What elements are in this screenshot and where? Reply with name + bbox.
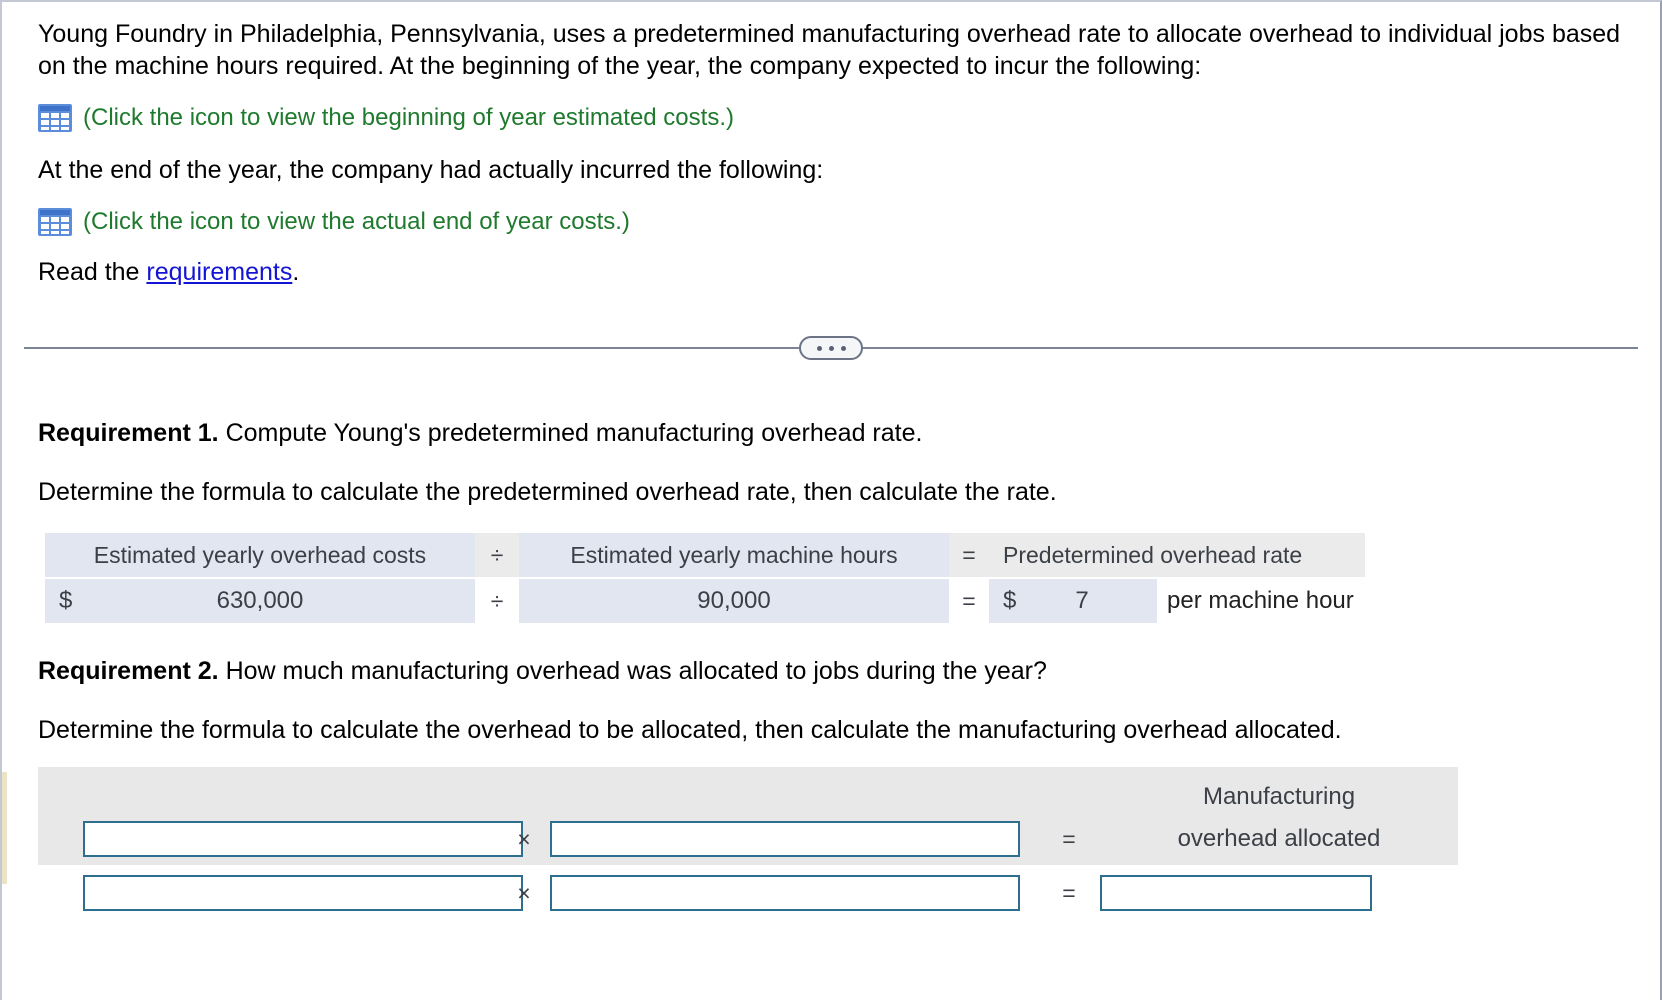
value-divide-operator: ÷ bbox=[490, 587, 504, 614]
overhead-allocated-table: Manufacturing × = overhead allocated × = bbox=[38, 767, 1458, 919]
spacer-left bbox=[38, 767, 498, 813]
estimated-costs-link-text[interactable]: (Click the icon to view the beginning of… bbox=[83, 106, 734, 130]
read-prefix-text: Read the bbox=[38, 258, 147, 286]
problem-mid-text: At the end of the year, the company had … bbox=[38, 156, 824, 184]
spacer-x bbox=[498, 767, 550, 813]
value-machine-hours: 90,000 bbox=[697, 587, 771, 614]
overhead-allocated-answer-input[interactable] bbox=[1100, 875, 1372, 911]
label-overhead-allocated: overhead allocated bbox=[1177, 825, 1381, 852]
formula-input-row: × = overhead allocated bbox=[38, 813, 1458, 865]
currency-symbol: $ bbox=[1003, 587, 1017, 614]
requirement-2-instruction: Determine the formula to calculate the o… bbox=[38, 716, 1342, 744]
formula-left-cell bbox=[38, 821, 523, 857]
table-label-row: Manufacturing bbox=[38, 767, 1458, 813]
multiply-operator: × bbox=[517, 879, 531, 906]
table-header-row: Estimated yearly overhead costs ÷ Estima… bbox=[45, 533, 1365, 577]
header-estimated-overhead-costs: Estimated yearly overhead costs bbox=[45, 533, 475, 577]
header-equals-operator: = bbox=[962, 541, 976, 568]
problem-content: Young Foundry in Philadelphia, Pennsylva… bbox=[0, 0, 1662, 919]
answer-cell bbox=[1100, 875, 1458, 911]
formula-right-cell bbox=[550, 821, 1038, 857]
table-icon[interactable] bbox=[38, 208, 72, 236]
value-right-cell bbox=[550, 875, 1038, 911]
value-overhead-costs-cell: $ 630,000 bbox=[45, 579, 475, 623]
problem-intro-text: Young Foundry in Philadelphia, Pennsylva… bbox=[38, 20, 1621, 80]
value-rate-unit: per machine hour bbox=[1167, 587, 1354, 614]
divider-expand-button[interactable] bbox=[799, 336, 863, 360]
header-predetermined-overhead-rate: Predetermined overhead rate bbox=[989, 533, 1365, 577]
read-suffix-text: . bbox=[292, 258, 300, 286]
dot-icon bbox=[828, 345, 834, 351]
formula-left-input[interactable] bbox=[83, 821, 523, 857]
requirement-2-label: Requirement 2. bbox=[38, 657, 219, 685]
value-left-cell bbox=[38, 875, 523, 911]
header-estimated-machine-hours: Estimated yearly machine hours bbox=[519, 533, 949, 577]
value-right-input[interactable] bbox=[550, 875, 1020, 911]
label-manufacturing: Manufacturing bbox=[1202, 783, 1356, 810]
requirement-1-label: Requirement 1. bbox=[38, 419, 219, 447]
value-input-row: × = bbox=[38, 867, 1458, 919]
table-icon[interactable] bbox=[38, 104, 72, 132]
value-left-input[interactable] bbox=[83, 875, 523, 911]
spacer-eq bbox=[1038, 767, 1100, 813]
requirement-2-question: How much manufacturing overhead was allo… bbox=[225, 657, 1047, 685]
overhead-allocated-panel: Manufacturing × = overhead allocated bbox=[38, 767, 1458, 865]
header-divide-operator: ÷ bbox=[490, 541, 504, 568]
spacer-mid bbox=[550, 767, 1038, 813]
requirement-1-heading: Requirement 1. Compute Young's predeterm… bbox=[38, 419, 1662, 448]
multiply-operator: × bbox=[517, 825, 531, 852]
formula-right-input[interactable] bbox=[550, 821, 1020, 857]
value-equals-operator: = bbox=[962, 587, 976, 614]
value-overhead-rate-cell: $ 7 bbox=[989, 579, 1157, 623]
dot-icon bbox=[840, 345, 846, 351]
equals-operator: = bbox=[1062, 879, 1076, 906]
predetermined-rate-table: Estimated yearly overhead costs ÷ Estima… bbox=[45, 533, 1365, 623]
actual-costs-link-text[interactable]: (Click the icon to view the actual end o… bbox=[83, 210, 630, 234]
table-value-row: $ 630,000 ÷ 90,000 = $ 7 per machine hou… bbox=[45, 579, 1365, 623]
requirements-link[interactable]: requirements bbox=[146, 258, 292, 286]
estimated-costs-icon-row[interactable]: (Click the icon to view the beginning of… bbox=[38, 104, 1662, 132]
read-requirements-line: Read the requirements. bbox=[38, 258, 1662, 287]
requirement-1-question: Compute Young's predetermined manufactur… bbox=[225, 419, 923, 447]
equals-operator: = bbox=[1062, 825, 1076, 852]
section-divider bbox=[0, 325, 1662, 371]
dot-icon bbox=[816, 345, 822, 351]
value-overhead-costs: 630,000 bbox=[216, 587, 304, 614]
requirement-2-heading: Requirement 2. How much manufacturing ov… bbox=[38, 657, 1662, 686]
currency-symbol: $ bbox=[59, 587, 73, 614]
actual-costs-icon-row[interactable]: (Click the icon to view the actual end o… bbox=[38, 208, 1662, 236]
requirement-1-instruction: Determine the formula to calculate the p… bbox=[38, 478, 1057, 506]
value-machine-hours-cell: 90,000 bbox=[519, 579, 949, 623]
